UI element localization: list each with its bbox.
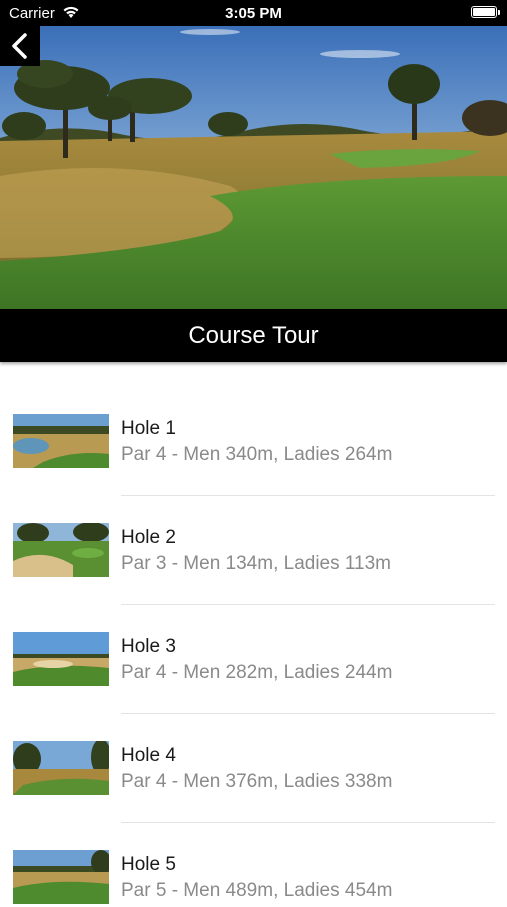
battery-icon (471, 6, 500, 18)
status-bar: Carrier 3:05 PM (0, 0, 507, 26)
hole-3-thumbnail (13, 632, 109, 686)
hole-subtitle: Par 4 - Men 376m, Ladies 338m (121, 771, 393, 792)
hole-title: Hole 4 (121, 745, 176, 766)
hole-subtitle: Par 4 - Men 282m, Ladies 244m (121, 662, 393, 683)
hole-title: Hole 1 (121, 418, 176, 439)
hole-subtitle: Par 5 - Men 489m, Ladies 454m (121, 880, 393, 901)
list-item-hole-4[interactable]: Hole 4 Par 4 - Men 376m, Ladies 338m (0, 690, 507, 823)
chevron-left-icon (12, 33, 27, 59)
hero-image (0, 26, 507, 309)
hole-title: Hole 2 (121, 527, 176, 548)
hole-title: Hole 3 (121, 636, 176, 657)
list-item-hole-1[interactable]: Hole 1 Par 4 - Men 340m, Ladies 264m (0, 363, 507, 496)
hole-subtitle: Par 3 - Men 134m, Ladies 113m (121, 553, 392, 574)
back-button[interactable] (0, 26, 40, 66)
page-title: Course Tour (0, 309, 507, 362)
hole-subtitle: Par 4 - Men 340m, Ladies 264m (121, 444, 393, 465)
list-item-hole-3[interactable]: Hole 3 Par 4 - Men 282m, Ladies 244m (0, 581, 507, 714)
status-time: 3:05 PM (225, 5, 282, 22)
list-item-hole-2[interactable]: Hole 2 Par 3 - Men 134m, Ladies 113m (0, 472, 507, 605)
hole-1-thumbnail (13, 414, 109, 468)
hole-4-thumbnail (13, 741, 109, 795)
hole-5-thumbnail (13, 850, 109, 904)
list-item-hole-5[interactable]: Hole 5 Par 5 - Men 489m, Ladies 454m (0, 799, 507, 907)
hole-title: Hole 5 (121, 854, 176, 875)
hole-2-thumbnail (13, 523, 109, 577)
